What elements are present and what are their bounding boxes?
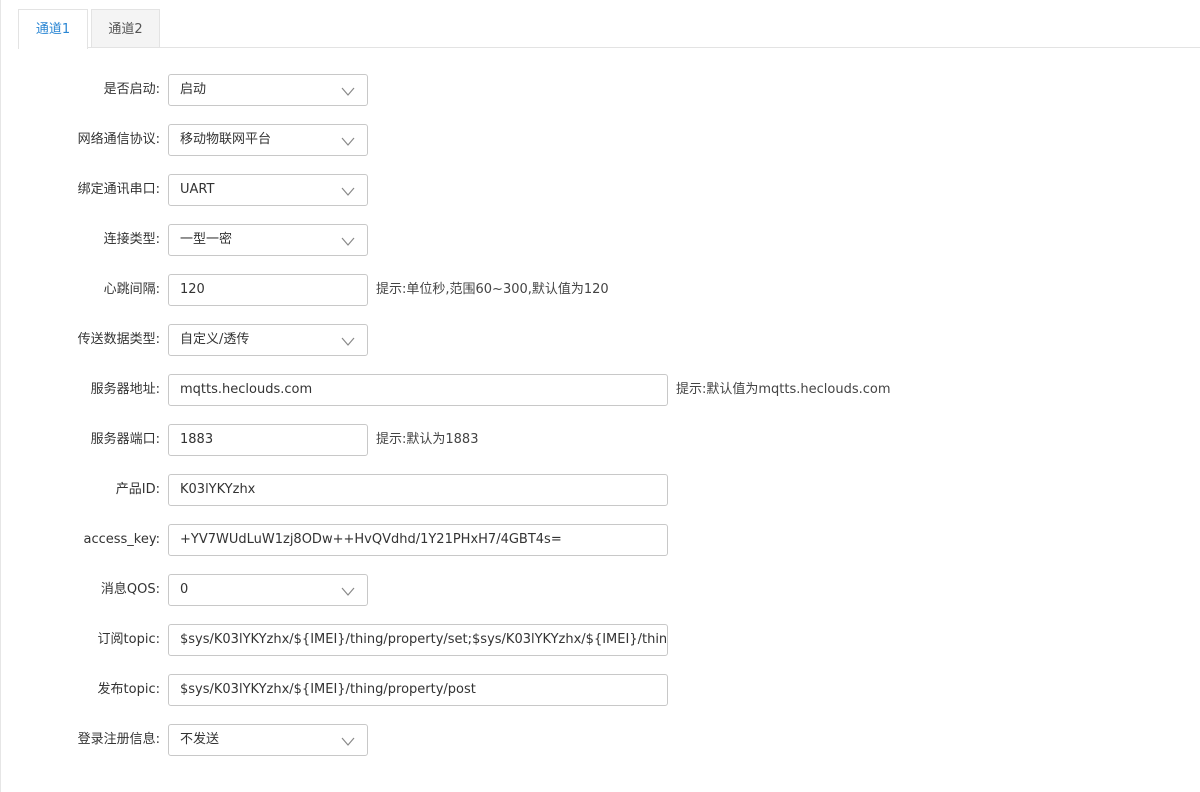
row-pub-topic: 发布topic: $sys/K03lYKYzhx/${IMEI}/thing/p…: [0, 674, 1200, 706]
data-type-label: 传送数据类型:: [77, 332, 160, 347]
protocol-value: 移动物联网平台: [180, 132, 272, 147]
serial-label: 绑定通讯串口:: [77, 182, 160, 197]
chevron-down-icon: [341, 137, 355, 146]
enable-select[interactable]: 启动: [168, 74, 368, 106]
qos-select[interactable]: 0: [168, 574, 368, 606]
qos-value: 0: [180, 582, 189, 597]
enable-value: 启动: [180, 82, 207, 97]
heartbeat-input[interactable]: 120: [168, 274, 368, 306]
row-qos: 消息QOS: 0: [0, 574, 1200, 606]
channel-tabs: 通道1 通道2: [18, 9, 1200, 49]
chevron-down-icon: [341, 87, 355, 96]
row-heartbeat: 心跳间隔: 120 提示:单位秒,范围60~300,默认值为120: [0, 274, 1200, 306]
row-login-info: 登录注册信息: 不发送: [0, 724, 1200, 756]
server-addr-input[interactable]: mqtts.heclouds.com: [168, 374, 668, 406]
data-type-select[interactable]: 自定义/透传: [168, 324, 368, 356]
product-id-label: 产品ID:: [115, 482, 160, 497]
row-sub-topic: 订阅topic: $sys/K03lYKYzhx/${IMEI}/thing/p…: [0, 624, 1200, 656]
sub-topic-input[interactable]: $sys/K03lYKYzhx/${IMEI}/thing/property/s…: [168, 624, 668, 656]
chevron-down-icon: [341, 337, 355, 346]
pub-topic-input[interactable]: $sys/K03lYKYzhx/${IMEI}/thing/property/p…: [168, 674, 668, 706]
server-port-hint: 提示:默认为1883: [376, 432, 479, 447]
login-info-label: 登录注册信息:: [77, 732, 160, 747]
tab-channel-2[interactable]: 通道2: [91, 9, 160, 47]
chevron-down-icon: [341, 187, 355, 196]
row-server-addr: 服务器地址: mqtts.heclouds.com 提示:默认值为mqtts.h…: [0, 374, 1200, 406]
product-id-input[interactable]: K03lYKYzhx: [168, 474, 668, 506]
conn-type-value: 一型一密: [180, 232, 233, 247]
chevron-down-icon: [341, 237, 355, 246]
chevron-down-icon: [341, 587, 355, 596]
row-data-type: 传送数据类型: 自定义/透传: [0, 324, 1200, 356]
row-enable: 是否启动: 启动: [0, 74, 1200, 106]
access-key-input[interactable]: +YV7WUdLuW1zj8ODw++HvQVdhd/1Y21PHxH7/4GB…: [168, 524, 668, 556]
row-serial: 绑定通讯串口: UART: [0, 174, 1200, 206]
heartbeat-hint: 提示:单位秒,范围60~300,默认值为120: [376, 282, 609, 297]
server-port-input[interactable]: 1883: [168, 424, 368, 456]
qos-label: 消息QOS:: [100, 582, 160, 597]
row-access-key: access_key: +YV7WUdLuW1zj8ODw++HvQVdhd/1…: [0, 524, 1200, 556]
sub-topic-label: 订阅topic:: [97, 632, 160, 647]
row-product-id: 产品ID: K03lYKYzhx: [0, 474, 1200, 506]
server-port-label: 服务器端口:: [90, 432, 160, 447]
login-info-value: 不发送: [180, 732, 220, 747]
tab-channel-1[interactable]: 通道1: [18, 9, 88, 49]
protocol-select[interactable]: 移动物联网平台: [168, 124, 368, 156]
server-addr-label: 服务器地址:: [90, 382, 160, 397]
access-key-label: access_key:: [83, 532, 161, 547]
chevron-down-icon: [341, 737, 355, 746]
row-conn-type: 连接类型: 一型一密: [0, 224, 1200, 256]
protocol-label: 网络通信协议:: [77, 132, 160, 147]
pub-topic-label: 发布topic:: [97, 682, 160, 697]
row-protocol: 网络通信协议: 移动物联网平台: [0, 124, 1200, 156]
login-info-select[interactable]: 不发送: [168, 724, 368, 756]
serial-value: UART: [180, 182, 215, 197]
enable-label: 是否启动:: [103, 82, 160, 97]
tabbar-divider: [18, 47, 1200, 48]
server-addr-hint: 提示:默认值为mqtts.heclouds.com: [676, 382, 891, 397]
heartbeat-label: 心跳间隔:: [103, 282, 160, 297]
data-type-value: 自定义/透传: [180, 332, 250, 347]
conn-type-label: 连接类型:: [103, 232, 160, 247]
serial-select[interactable]: UART: [168, 174, 368, 206]
row-server-port: 服务器端口: 1883 提示:默认为1883: [0, 424, 1200, 456]
conn-type-select[interactable]: 一型一密: [168, 224, 368, 256]
